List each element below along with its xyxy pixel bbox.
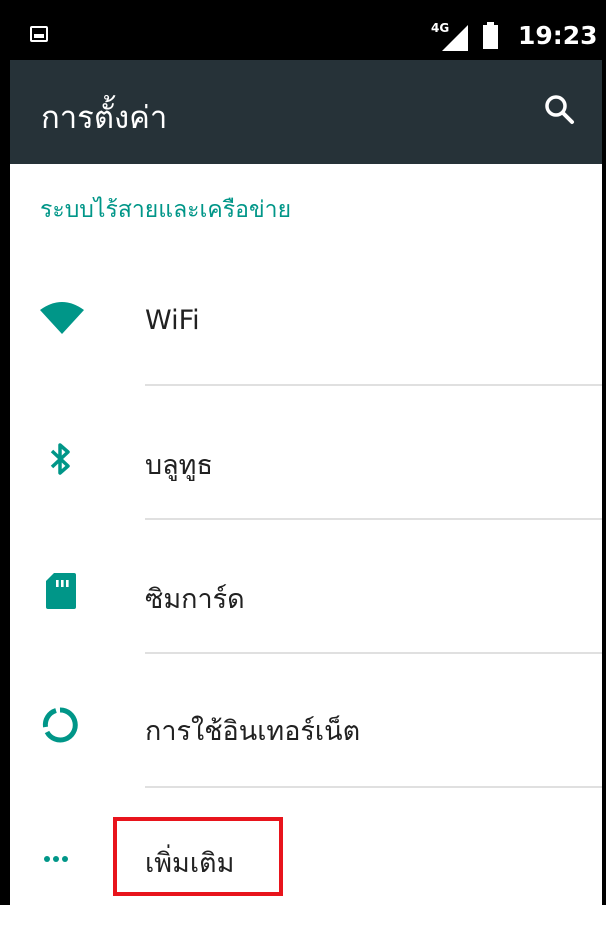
app-toolbar: การตั้งค่า — [10, 60, 602, 164]
settings-item-label: ซิมการ์ด — [145, 584, 245, 615]
battery-icon — [483, 22, 498, 49]
search-icon — [545, 95, 574, 124]
status-bar: 4G 19:23 — [10, 10, 602, 60]
divider — [145, 652, 602, 654]
settings-item-label: บลูทูธ — [145, 450, 213, 481]
divider — [145, 786, 602, 788]
divider — [145, 518, 602, 520]
settings-item-label: การใช้อินเทอร์เน็ต — [145, 716, 361, 747]
highlight-box — [113, 817, 283, 896]
status-time: 19:23 — [518, 21, 598, 50]
settings-item-sim-cards[interactable]: ซิมการ์ด — [10, 525, 602, 659]
settings-item-data-usage[interactable]: การใช้อินเทอร์เน็ต — [10, 659, 602, 793]
settings-item-label: WiFi — [145, 305, 200, 336]
data-usage-icon — [40, 705, 80, 745]
signal-icon — [442, 25, 468, 51]
wifi-icon — [40, 300, 84, 340]
divider — [145, 384, 602, 386]
settings-item-wifi[interactable]: WiFi — [10, 257, 602, 391]
more-icon — [40, 837, 80, 877]
bluetooth-icon — [40, 439, 80, 479]
sim-card-icon — [40, 571, 80, 611]
settings-item-more[interactable]: เพิ่มเติม — [10, 793, 602, 927]
search-button[interactable] — [540, 90, 580, 130]
settings-item-bluetooth[interactable]: บลูทูธ — [10, 391, 602, 525]
section-header-wireless: ระบบไร้สายและเครือข่าย — [40, 197, 292, 223]
image-notification-icon — [30, 26, 48, 42]
page-title: การตั้งค่า — [41, 100, 168, 136]
